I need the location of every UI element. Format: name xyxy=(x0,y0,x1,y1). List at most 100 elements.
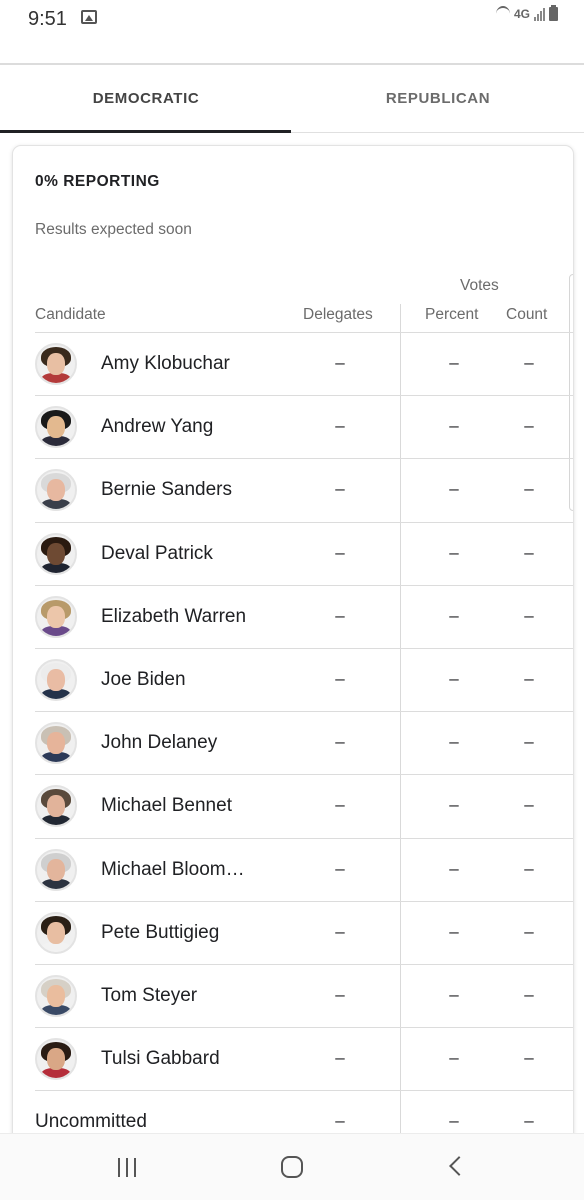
column-divider xyxy=(400,522,401,585)
avatar-face xyxy=(47,1048,65,1071)
table-row[interactable]: Tom Steyer – – – xyxy=(35,964,573,1029)
results-card: 0% REPORTING Results expected soon Votes… xyxy=(12,145,574,1145)
count-value: – xyxy=(524,353,534,372)
results-table: Amy Klobuchar – – – Andrew Yang – – – Bernie San… xyxy=(35,333,573,1144)
column-divider xyxy=(400,333,401,396)
home-icon[interactable] xyxy=(281,1156,303,1178)
network-type: 4G xyxy=(513,7,530,21)
candidate-name: Tom Steyer xyxy=(101,984,198,1006)
delegates-value: – xyxy=(335,479,345,499)
candidate-name: Amy Klobuchar xyxy=(101,353,230,374)
candidate-avatar xyxy=(35,595,77,638)
table-row[interactable]: Joe Biden – – – xyxy=(35,648,573,713)
results-subtitle: Results expected soon xyxy=(35,221,192,238)
avatar-face xyxy=(47,605,65,628)
candidate-avatar xyxy=(35,722,77,765)
delegates-value: – xyxy=(335,732,345,752)
count-header: Count xyxy=(506,306,548,323)
status-time: 9:51 xyxy=(28,8,67,30)
column-divider xyxy=(400,775,401,838)
avatar-face xyxy=(47,479,65,502)
table-row[interactable]: Michael Bennet – – – xyxy=(35,775,573,839)
table-row[interactable]: Deval Patrick – – – xyxy=(35,522,573,586)
delegates-value: – xyxy=(335,795,345,815)
candidate-name: Joe Biden xyxy=(101,668,186,690)
avatar-face xyxy=(47,416,65,439)
count-value: – xyxy=(524,1111,534,1131)
avatar-body xyxy=(41,499,71,510)
count-value: – xyxy=(524,921,534,941)
avatar-face xyxy=(47,353,65,375)
table-row[interactable]: Pete Buttigieg – – – xyxy=(35,901,573,965)
column-divider xyxy=(400,396,401,459)
count-value: – xyxy=(524,795,534,815)
count-value: – xyxy=(524,732,534,752)
header-divider xyxy=(400,304,401,332)
status-icons: 4G xyxy=(495,5,558,22)
candidate-name: Deval Patrick xyxy=(101,542,213,564)
candidate-avatar xyxy=(35,1038,77,1081)
avatar-face xyxy=(47,921,65,944)
delegates-value: – xyxy=(335,668,345,688)
percent-value: – xyxy=(449,1111,459,1131)
percent-value: – xyxy=(449,542,459,562)
avatar-face xyxy=(47,542,65,565)
candidate-avatar xyxy=(35,658,77,701)
back-icon[interactable] xyxy=(449,1156,469,1176)
count-value: – xyxy=(524,984,534,1004)
delegates-value: – xyxy=(335,1111,345,1131)
column-divider xyxy=(400,648,401,712)
count-value: – xyxy=(524,668,534,688)
column-divider xyxy=(400,964,401,1028)
table-row[interactable]: Michael Bloom… – – – xyxy=(35,838,573,902)
delegates-value: – xyxy=(335,921,345,941)
candidate-avatar xyxy=(35,848,77,891)
table-row[interactable]: Tulsi Gabbard – – – xyxy=(35,1028,573,1092)
table-row[interactable]: Andrew Yang – – – xyxy=(35,396,573,460)
count-value: – xyxy=(524,1048,534,1068)
candidate-name: Michael Bloom… xyxy=(101,858,245,880)
percent-value: – xyxy=(449,795,459,815)
candidate-avatar xyxy=(35,406,77,449)
column-divider xyxy=(400,712,401,775)
percent-value: – xyxy=(449,921,459,941)
column-divider xyxy=(400,838,401,901)
candidate-avatar xyxy=(35,343,77,385)
delegates-value: – xyxy=(335,984,345,1004)
table-row[interactable]: Amy Klobuchar – – – xyxy=(35,333,573,397)
candidate-name: Tulsi Gabbard xyxy=(101,1048,220,1070)
candidate-name: Elizabeth Warren xyxy=(101,605,247,627)
percent-header: Percent xyxy=(425,306,479,323)
avatar-face xyxy=(47,984,65,1007)
count-value: – xyxy=(524,416,534,436)
column-divider xyxy=(400,459,401,522)
tab-republican[interactable]: REPUBLICAN xyxy=(292,65,584,132)
party-tabs: DEMOCRATIC REPUBLICAN xyxy=(0,63,584,133)
candidate-name: Uncommitted xyxy=(35,1111,147,1133)
candidate-avatar xyxy=(35,974,77,1017)
navigation-bar xyxy=(0,1133,584,1200)
battery-icon xyxy=(549,5,558,21)
table-row[interactable]: Bernie Sanders – – – xyxy=(35,459,573,523)
candidate-name: Andrew Yang xyxy=(101,416,214,438)
percent-value: – xyxy=(449,1048,459,1068)
candidate-avatar xyxy=(35,469,77,512)
delegates-value: – xyxy=(335,353,345,372)
candidate-avatar xyxy=(35,911,77,954)
tab-democratic[interactable]: DEMOCRATIC xyxy=(0,65,292,133)
count-value: – xyxy=(524,479,534,499)
candidate-avatar xyxy=(35,785,77,828)
percent-value: – xyxy=(449,732,459,752)
delegates-value: – xyxy=(335,858,345,878)
table-row[interactable]: John Delaney – – – xyxy=(35,712,573,776)
table-row[interactable]: Elizabeth Warren – – – xyxy=(35,585,573,649)
delegates-value: – xyxy=(335,1048,345,1068)
candidate-header: Candidate xyxy=(35,306,106,323)
avatar-face xyxy=(47,858,65,881)
recents-icon[interactable] xyxy=(118,1158,136,1177)
percent-value: – xyxy=(449,416,459,436)
count-value: – xyxy=(524,542,534,562)
delegates-value: – xyxy=(335,605,345,625)
avatar-face xyxy=(47,732,65,755)
candidate-name: Bernie Sanders xyxy=(101,479,232,501)
